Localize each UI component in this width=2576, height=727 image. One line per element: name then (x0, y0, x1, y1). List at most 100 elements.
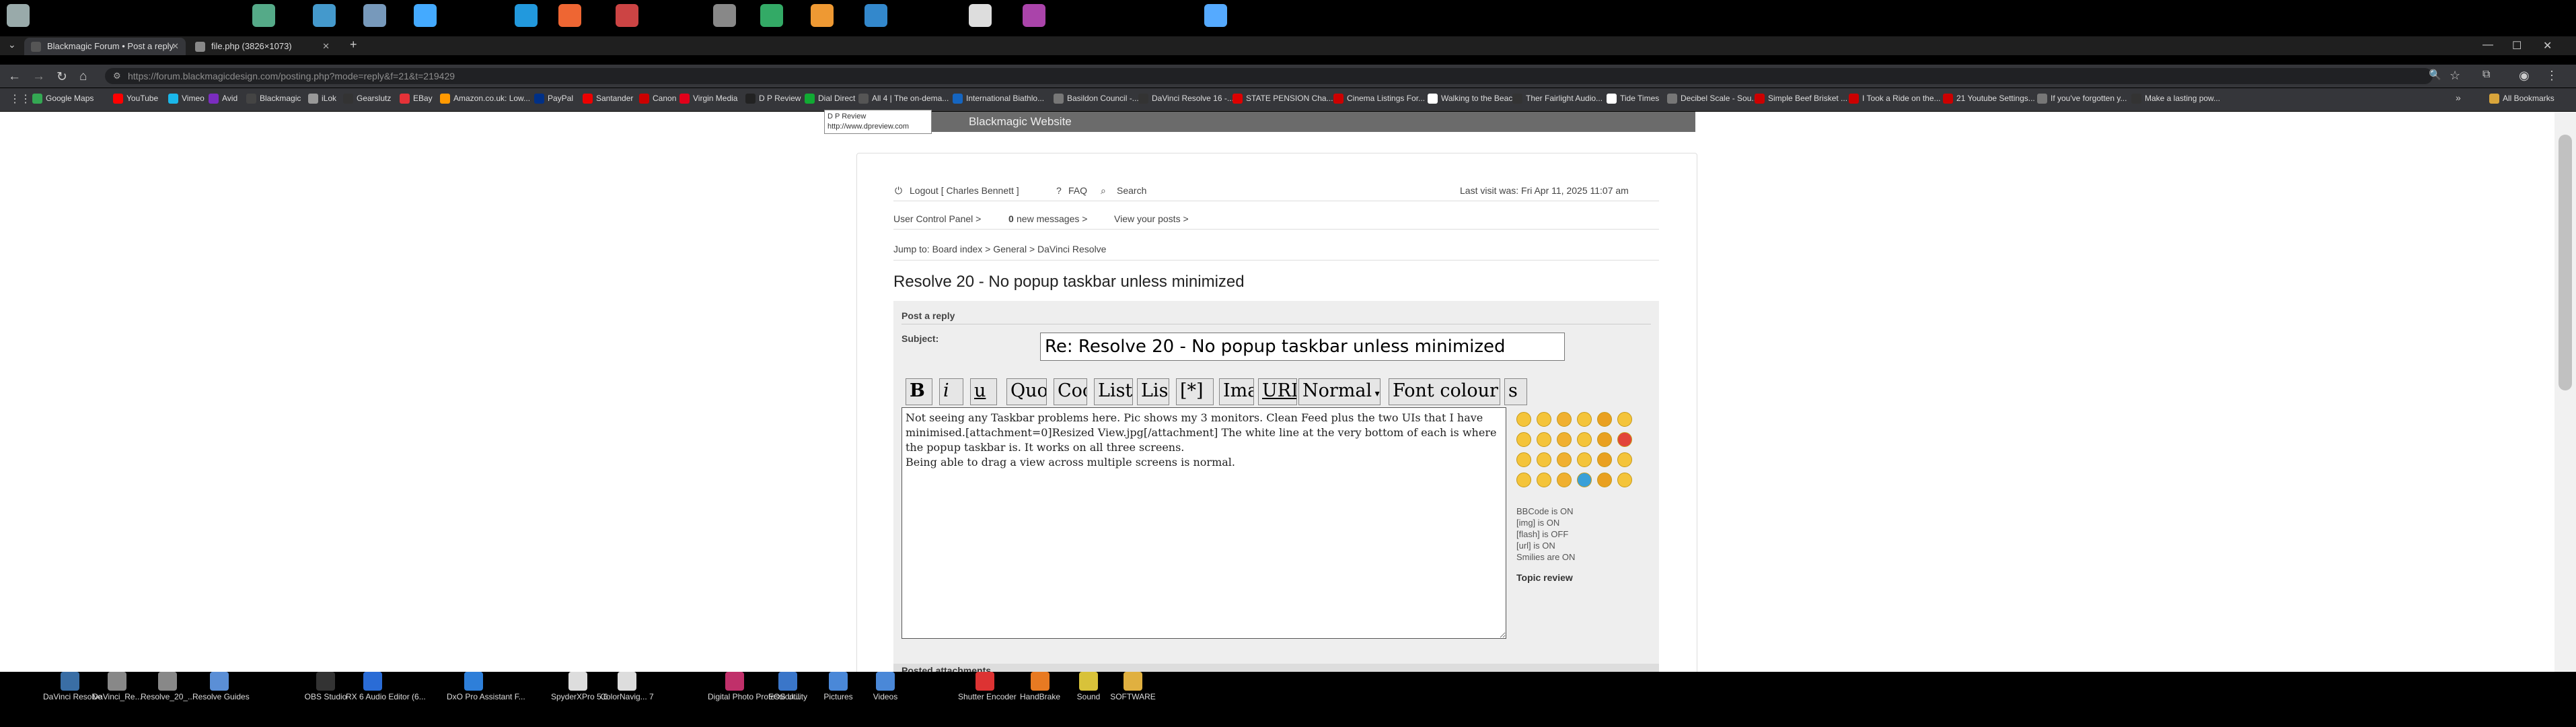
list-item-button[interactable]: [*] (1176, 378, 1214, 405)
desktop-shortcut-icon[interactable] (313, 4, 336, 27)
close-icon[interactable]: ✕ (322, 41, 330, 52)
list-button[interactable]: List (1094, 378, 1133, 405)
desktop-shortcut-icon[interactable] (864, 4, 887, 27)
desktop-shortcut-icon[interactable] (811, 4, 834, 27)
desktop-shortcut-icon[interactable] (363, 4, 386, 27)
menu-icon[interactable]: ⋮ (2546, 69, 2558, 83)
bookmark-item[interactable]: Amazon.co.uk: Low... (440, 94, 530, 104)
bookmark-star-icon[interactable]: ☆ (2450, 69, 2460, 83)
bookmark-item[interactable]: Google Maps (32, 94, 94, 104)
taskbar-app-icon[interactable] (1079, 672, 1098, 691)
smiley-icon[interactable] (1537, 432, 1551, 447)
smiley-icon[interactable] (1577, 473, 1592, 487)
taskbar-app-icon[interactable] (778, 672, 797, 691)
view-posts-link[interactable]: View your posts > (1114, 213, 1189, 224)
bookmark-item[interactable]: Cinema Listings For... (1333, 94, 1425, 104)
taskbar-app-icon[interactable] (108, 672, 126, 691)
smiley-icon[interactable] (1557, 473, 1572, 487)
image-button[interactable]: Ima (1219, 378, 1254, 405)
smiley-icon[interactable] (1537, 473, 1551, 487)
bookmark-item[interactable]: STATE PENSION Cha... (1232, 94, 1333, 104)
bookmark-item[interactable]: 21 Youtube Settings... (1943, 94, 2035, 104)
font-colour-button[interactable]: Font colour (1389, 378, 1500, 405)
taskbar-app-icon[interactable] (1124, 672, 1142, 691)
smiley-icon[interactable] (1617, 473, 1632, 487)
desktop-shortcut-icon[interactable] (414, 4, 437, 27)
taskbar-app-icon[interactable] (363, 672, 382, 691)
taskbar-app-icon[interactable] (1031, 672, 1050, 691)
new-messages-link[interactable]: new messages > (1017, 213, 1087, 224)
taskbar-app-icon[interactable] (210, 672, 229, 691)
smiley-icon[interactable] (1516, 473, 1531, 487)
bookmark-item[interactable]: Canon (639, 94, 676, 104)
subject-input[interactable] (1040, 333, 1565, 361)
smiley-icon[interactable] (1617, 432, 1632, 447)
desktop-shortcut-icon[interactable] (616, 4, 638, 27)
bookmark-item[interactable]: PayPal (534, 94, 573, 104)
desktop-shortcut-icon[interactable] (252, 4, 275, 27)
smiley-icon[interactable] (1597, 473, 1612, 487)
user-control-panel-link[interactable]: User Control Panel > (893, 213, 981, 224)
bold-button[interactable]: B (906, 378, 932, 405)
code-button[interactable]: Coc (1054, 378, 1087, 405)
bookmark-item[interactable]: Gearslutz (343, 94, 391, 104)
taskbar-app-icon[interactable] (618, 672, 636, 691)
smiley-icon[interactable] (1537, 452, 1551, 467)
bookmark-item[interactable]: Walking to the Beac... (1428, 94, 1519, 104)
desktop-shortcut-icon[interactable] (515, 4, 538, 27)
desktop-shortcut-icon[interactable] (713, 4, 736, 27)
reload-icon[interactable]: ↻ (57, 69, 67, 85)
bookmark-item[interactable]: iLok (308, 94, 336, 104)
bookmark-item[interactable]: I Took a Ride on the... (1849, 94, 1941, 104)
bookmark-item[interactable]: YouTube (113, 94, 158, 104)
smiley-icon[interactable] (1557, 412, 1572, 427)
desktop-shortcut-icon[interactable] (558, 4, 581, 27)
taskbar-app-icon[interactable] (725, 672, 744, 691)
quote-button[interactable]: Quo (1006, 378, 1047, 405)
close-icon[interactable]: ✕ (172, 41, 179, 52)
bookmark-item[interactable]: Santander (583, 94, 633, 104)
smiley-icon[interactable] (1617, 452, 1632, 467)
bookmark-item[interactable]: Blackmagic (246, 94, 301, 104)
taskbar-app-icon[interactable] (316, 672, 335, 691)
forward-icon[interactable]: → (32, 69, 45, 84)
smiley-icon[interactable] (1557, 432, 1572, 447)
desktop-shortcut-icon[interactable] (760, 4, 783, 27)
site-header-link[interactable]: Blackmagic Website (868, 112, 1695, 132)
jump-to-breadcrumb[interactable]: Jump to: Board index > General > DaVinci… (893, 244, 1106, 254)
bookmark-item[interactable]: DaVinci Resolve 16 -... (1138, 94, 1234, 104)
apps-icon[interactable]: ⋮⋮ (9, 92, 31, 106)
taskbar-app-icon[interactable] (568, 672, 587, 691)
topic-review-link[interactable]: Topic review (1516, 572, 1573, 583)
zoom-icon[interactable]: 🔍 (2429, 69, 2441, 81)
url-button[interactable]: URL (1258, 378, 1297, 405)
tab-blackmagic-forum[interactable]: Blackmagic Forum • Post a reply ✕ (24, 38, 186, 55)
search-link[interactable]: Search (1117, 185, 1146, 196)
ordered-list-button[interactable]: List (1137, 378, 1169, 405)
smiley-icon[interactable] (1537, 412, 1551, 427)
bookmark-item[interactable]: Virgin Media (679, 94, 737, 104)
taskbar-app-icon[interactable] (61, 672, 79, 691)
bookmark-item[interactable]: International Biathlo... (953, 94, 1044, 104)
smiley-icon[interactable] (1577, 452, 1592, 467)
taskbar-app-icon[interactable] (976, 672, 994, 691)
minimize-icon[interactable]: — (2482, 39, 2493, 51)
taskbar-app-icon[interactable] (829, 672, 848, 691)
taskbar-app-icon[interactable] (876, 672, 895, 691)
maximize-icon[interactable]: ☐ (2512, 39, 2522, 53)
italic-button[interactable]: i (939, 378, 963, 405)
bookmark-item[interactable]: Vimeo (168, 94, 205, 104)
all-bookmarks-folder[interactable]: All Bookmarks (2489, 94, 2554, 104)
back-icon[interactable]: ← (8, 69, 21, 84)
smiley-icon[interactable] (1617, 412, 1632, 427)
bookmark-item[interactable]: D P Review (745, 94, 801, 104)
faq-link[interactable]: FAQ (1068, 185, 1087, 196)
bookmark-item[interactable]: Decibel Scale - Sou... (1667, 94, 1758, 104)
profile-icon[interactable]: ◉ (2519, 69, 2530, 83)
tab-file-php[interactable]: file.php (3826×1073) ✕ (188, 38, 336, 55)
smiley-icon[interactable] (1597, 452, 1612, 467)
bookmark-item[interactable]: Basildon Council -... (1054, 94, 1139, 104)
underline-button[interactable]: u (970, 378, 997, 405)
smiley-icon[interactable] (1577, 412, 1592, 427)
font-size-select[interactable]: Normal ▾ (1298, 378, 1381, 405)
